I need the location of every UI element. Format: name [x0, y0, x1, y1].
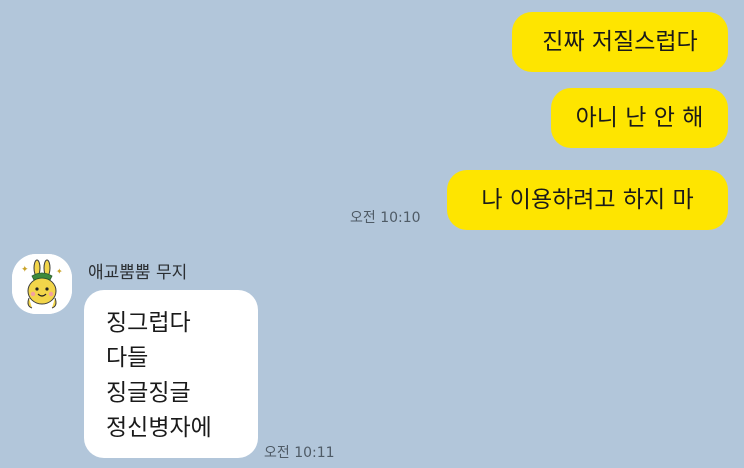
sender-avatar[interactable]: ✦ ✦	[12, 254, 72, 314]
outgoing-message-1[interactable]: 진짜 저질스럽다	[512, 12, 728, 72]
incoming-line-1: 징그럽다	[106, 310, 191, 336]
outgoing-message-3[interactable]: 나 이용하려고 하지 마	[447, 170, 728, 230]
sender-name: 애교뿜뿜 무지	[88, 263, 188, 283]
incoming-timestamp: 오전 10:11	[264, 445, 335, 461]
outgoing-message-2[interactable]: 아니 난 안 해	[551, 88, 728, 148]
outgoing-timestamp: 오전 10:10	[350, 210, 421, 226]
incoming-line-3: 징글징글	[106, 380, 191, 406]
incoming-line-2: 다들	[106, 345, 149, 371]
incoming-line-4: 정신병자에	[106, 415, 212, 441]
muzi-character-icon: ✦ ✦	[12, 254, 72, 314]
incoming-message[interactable]: 징그럽다 다들 징글징글 정신병자에	[84, 290, 258, 458]
svg-text:✦: ✦	[56, 267, 63, 276]
svg-text:✦: ✦	[21, 265, 29, 275]
